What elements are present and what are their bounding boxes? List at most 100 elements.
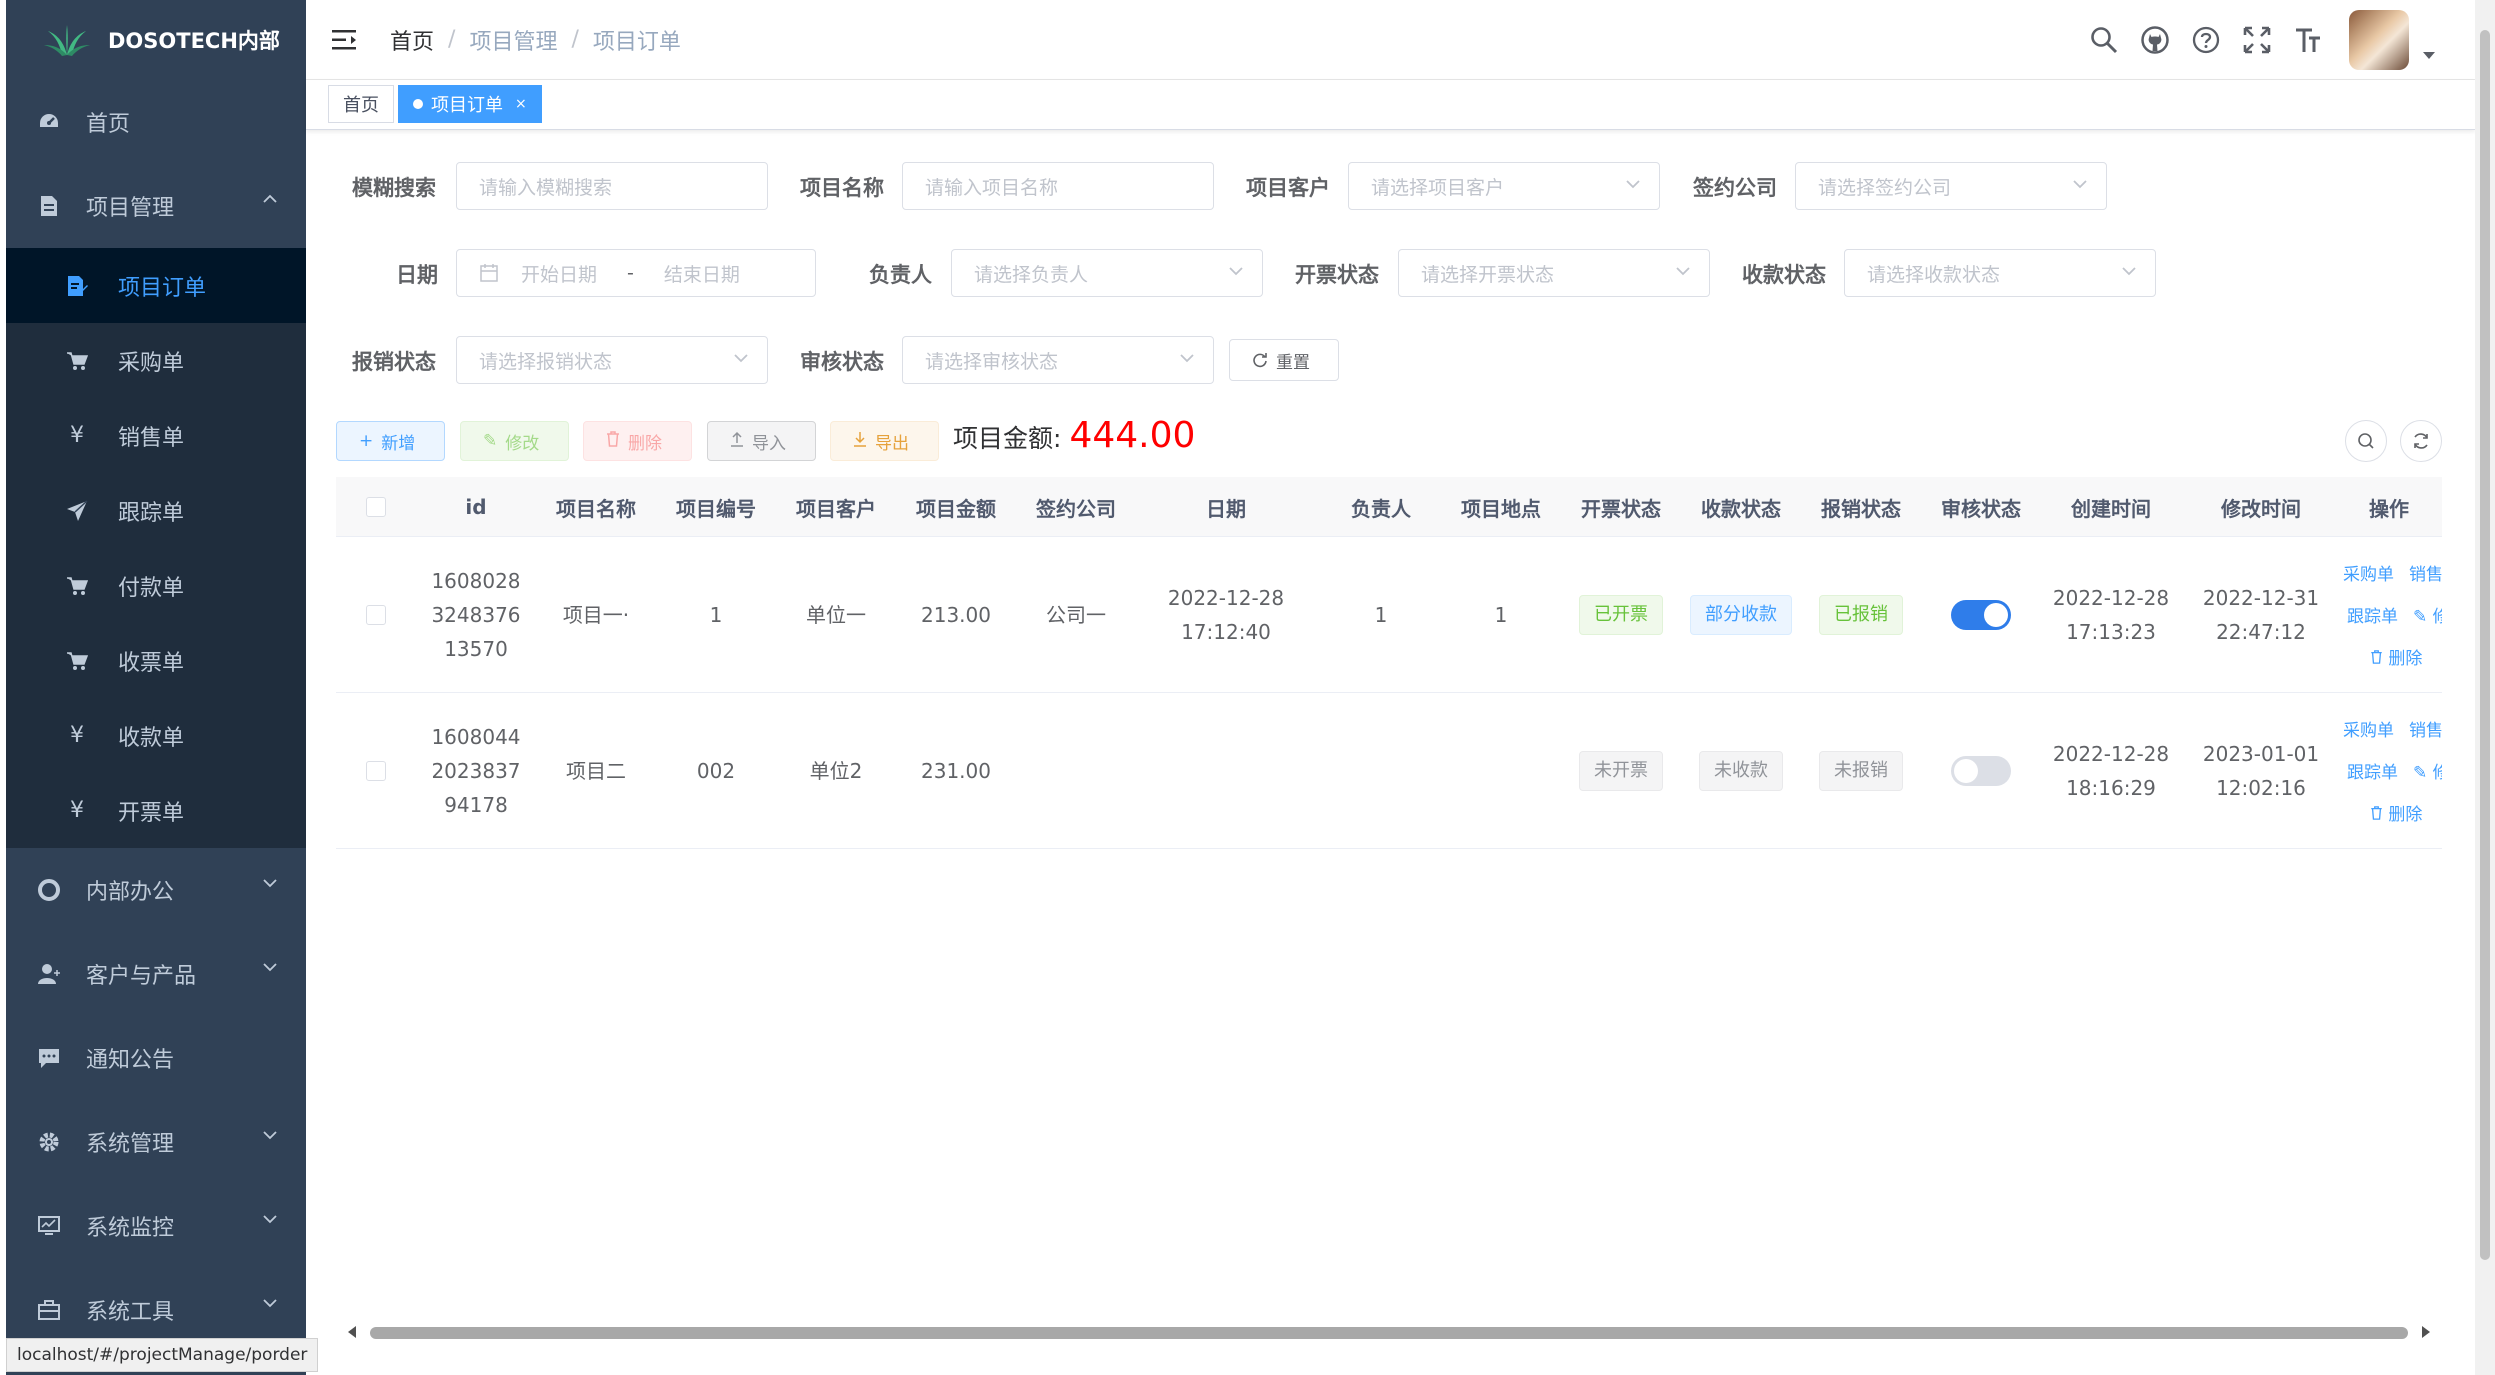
cell-amount: 231.00	[921, 759, 991, 783]
column-header: 项目地点	[1461, 496, 1541, 521]
project-order-table: id 项目名称 项目编号 项目客户 项目金额 签约公司 日期 负责人 项目地点 …	[336, 477, 2442, 849]
sidebar-item-project-order[interactable]: 项目订单	[6, 248, 306, 323]
github-icon[interactable]	[2140, 25, 2170, 55]
breadcrumb-home[interactable]: 首页	[390, 24, 434, 56]
delete-link[interactable]: 删除	[2370, 644, 2422, 669]
signing-company-select[interactable]: 请选择签约公司	[1795, 162, 2107, 210]
add-button[interactable]: + 新增	[336, 421, 445, 461]
edit-button[interactable]: ✎ 修改	[460, 421, 569, 461]
date-start-placeholder[interactable]: 开始日期	[521, 260, 597, 287]
sidebar-item-home[interactable]: 首页	[6, 80, 306, 164]
sidebar-item-purchase[interactable]: 采购单	[6, 323, 306, 398]
fullscreen-icon[interactable]	[2242, 25, 2272, 55]
chevron-down-icon	[2122, 267, 2136, 276]
purchase-link[interactable]: 采购单	[2343, 560, 2394, 585]
refresh-button[interactable]	[2400, 420, 2442, 462]
table-row[interactable]: 1608044 2023837 94178 项目二 002 单位2 231.00…	[336, 693, 2442, 849]
reimburse-status-select[interactable]: 请选择报销状态	[456, 336, 768, 384]
time-part: 12:02:16	[2216, 776, 2306, 800]
purchase-link[interactable]: 采购单	[2343, 716, 2394, 741]
sales-link[interactable]: 销售单	[2409, 716, 2442, 741]
sidebar-item-monitor[interactable]: 系统监控	[6, 1184, 306, 1268]
column-header: 项目客户	[796, 496, 876, 521]
audit-switch[interactable]	[1951, 756, 2011, 786]
export-button[interactable]: 导出	[830, 421, 939, 461]
project-customer-select[interactable]: 请选择项目客户	[1348, 162, 1660, 210]
row-checkbox[interactable]	[366, 605, 386, 625]
edit-link[interactable]: ✎ 修	[2413, 602, 2442, 627]
sales-link[interactable]: 销售单	[2409, 560, 2442, 585]
calendar-icon	[480, 264, 498, 282]
sidebar-item-office[interactable]: 内部办公	[6, 848, 306, 932]
select-all-checkbox[interactable]	[366, 497, 386, 517]
project-name-input[interactable]: 请输入项目名称	[902, 162, 1214, 210]
sidebar-item-payment[interactable]: 付款单	[6, 548, 306, 623]
delete-button[interactable]: 删除	[583, 421, 692, 461]
table-row[interactable]: 1608028 3248376 13570 项目一· 1 单位一 213.00 …	[336, 537, 2442, 693]
lifebuoy-icon	[36, 877, 62, 903]
delete-link[interactable]: 删除	[2370, 800, 2422, 825]
sidebar-item-system[interactable]: 系统管理	[6, 1100, 306, 1184]
sidebar-item-tracking[interactable]: 跟踪单	[6, 473, 306, 548]
sidebar-item-receipt[interactable]: ¥ 收款单	[6, 698, 306, 773]
column-header: 签约公司	[1036, 496, 1116, 521]
tag-project-order[interactable]: 项目订单 ×	[398, 85, 542, 123]
close-icon[interactable]: ×	[515, 96, 527, 112]
sidebar-item-label: 跟踪单	[118, 500, 185, 526]
toggle-search-button[interactable]	[2345, 420, 2387, 462]
avatar[interactable]	[2349, 10, 2409, 70]
row-checkbox[interactable]	[366, 761, 386, 781]
placeholder: 请选择收款状态	[1867, 263, 2001, 286]
logo-title: DOSOTECH内部	[108, 29, 280, 53]
audit-switch[interactable]	[1951, 600, 2011, 630]
edit-link[interactable]: ✎ 修	[2413, 758, 2442, 783]
sidebar-item-label: 收票单	[118, 650, 185, 676]
tag-home[interactable]: 首页	[328, 85, 394, 123]
tracking-link[interactable]: 跟踪单	[2347, 758, 2398, 783]
logo-icon	[44, 25, 90, 56]
cell-project-code: 002	[696, 759, 736, 783]
refresh-icon	[1253, 353, 1267, 368]
reset-button[interactable]: 重置	[1229, 339, 1339, 381]
sidebar-item-issue-invoice[interactable]: ¥ 开票单	[6, 773, 306, 848]
sidebar-item-label: 采购单	[118, 350, 185, 376]
payment-status-select[interactable]: 请选择收款状态	[1844, 249, 2156, 297]
sidebar-item-label: 通知公告	[86, 1048, 175, 1073]
breadcrumb-separator: /	[571, 27, 579, 52]
scrollbar-thumb[interactable]	[370, 1327, 2408, 1339]
font-size-icon[interactable]	[2293, 25, 2323, 55]
sidebar-item-receive-invoice[interactable]: 收票单	[6, 623, 306, 698]
invoice-status-select[interactable]: 请选择开票状态	[1398, 249, 1710, 297]
caret-down-icon[interactable]	[2423, 51, 2435, 59]
export-label: 导出	[875, 433, 909, 454]
fuzzy-search-input[interactable]: 请输入模糊搜索	[456, 162, 768, 210]
date-end-placeholder[interactable]: 结束日期	[664, 260, 740, 287]
chevron-down-icon	[2073, 180, 2087, 189]
horizontal-scrollbar[interactable]	[336, 1320, 2442, 1344]
tag-label: 项目订单	[431, 95, 503, 116]
sidebar-item-notice[interactable]: 通知公告	[6, 1016, 306, 1100]
scroll-right-icon[interactable]	[2420, 1325, 2432, 1339]
vertical-scrollbar[interactable]	[2475, 0, 2495, 1375]
sidebar-item-customer-product[interactable]: 客户与产品	[6, 932, 306, 1016]
date-range-picker[interactable]: 开始日期 - 结束日期	[456, 249, 816, 297]
import-button[interactable]: 导入	[707, 421, 816, 461]
cell-created-time: 2022-12-28 17:13:23	[2036, 537, 2186, 693]
chevron-down-icon	[1180, 354, 1194, 363]
audit-status-select[interactable]: 请选择审核状态	[902, 336, 1214, 384]
document-icon	[36, 193, 62, 219]
sidebar-logo[interactable]: DOSOTECH内部	[6, 0, 306, 80]
tracking-link[interactable]: 跟踪单	[2347, 602, 2398, 627]
column-header: 操作	[2369, 496, 2409, 521]
hamburger-icon[interactable]	[330, 25, 360, 55]
sidebar-item-project-management[interactable]: 项目管理	[6, 164, 306, 248]
sidebar-item-sales[interactable]: ¥ 销售单	[6, 398, 306, 473]
search-icon[interactable]	[2089, 25, 2119, 55]
scrollbar-thumb[interactable]	[2480, 30, 2490, 1260]
cell-payment-status: 未收款	[1686, 693, 1796, 849]
owner-select[interactable]: 请选择负责人	[951, 249, 1263, 297]
cell-id: 1608028 3248376 13570	[416, 537, 536, 693]
cell-company: 公司一	[1046, 603, 1106, 627]
scroll-left-icon[interactable]	[346, 1325, 358, 1339]
question-icon[interactable]	[2191, 25, 2221, 55]
